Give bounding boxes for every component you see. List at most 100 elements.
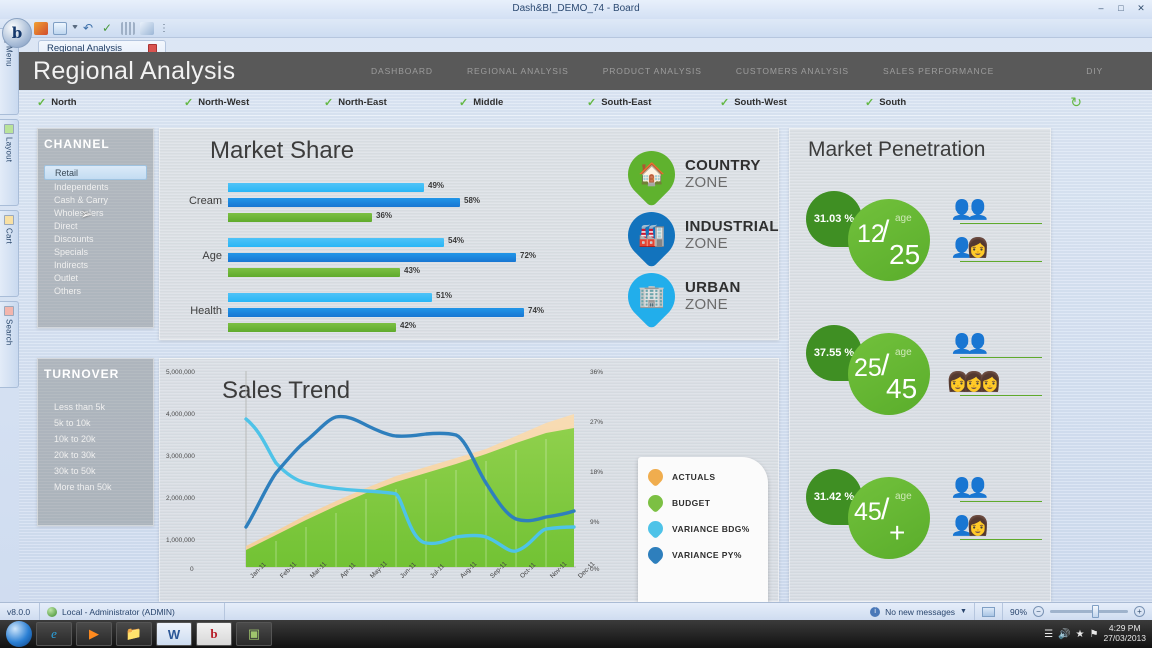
legend-item-variance-py[interactable]: VARIANCE PY% (644, 543, 758, 566)
open-icon[interactable] (53, 21, 67, 35)
turnover-item-less-than-5k[interactable]: Less than 5k (44, 399, 147, 415)
channel-item-wholesalers[interactable]: Wholesalers (44, 206, 147, 219)
bar-row[interactable]: 49% (228, 181, 588, 194)
rail-tab-search[interactable]: Search (0, 301, 19, 388)
check-icon[interactable]: ✓ (102, 21, 116, 35)
minimize-button[interactable]: – (1094, 2, 1108, 14)
legend-item-variance-bdg[interactable]: VARIANCE BDG% (644, 517, 758, 540)
zoom-in-button[interactable]: + (1134, 606, 1145, 617)
nav-item-product-analysis[interactable]: PRODUCT ANALYSIS (586, 66, 719, 76)
nav-item-diy[interactable]: DIY (1069, 66, 1120, 76)
rail-tab-label: Layout (4, 137, 14, 163)
nav-item-customers-analysis[interactable]: CUSTOMERS ANALYSIS (719, 66, 866, 76)
messages-cell[interactable]: i No new messages ▼ (863, 602, 975, 621)
zone-name: URBAN (685, 279, 741, 297)
word-icon[interactable]: W (156, 622, 192, 646)
channel-item-outlet[interactable]: Outlet (44, 271, 147, 284)
chevron-down-icon[interactable]: ▼ (960, 608, 967, 615)
start-orb-icon[interactable] (6, 621, 32, 647)
app-orb-button[interactable]: b (2, 18, 32, 48)
clock[interactable]: 4:29 PM 27/03/2013 (1103, 623, 1146, 644)
turnover-item-30k-to-50k[interactable]: 30k to 50k (44, 463, 147, 479)
bar-row[interactable]: 51% (228, 291, 588, 304)
sales-trend-legend: ACTUALS BUDGET VARIANCE BDG% VARIANCE PY… (638, 457, 768, 602)
internet-explorer-icon[interactable]: e (36, 622, 72, 646)
nav-item-sales-performance[interactable]: SALES PERFORMANCE (866, 66, 1011, 76)
legend-item-actuals[interactable]: ACTUALS (644, 465, 758, 488)
turnover-item-10k-to-20k[interactable]: 10k to 20k (44, 431, 147, 447)
turnover-item-5k-to-10k[interactable]: 5k to 10k (44, 415, 147, 431)
bar-row[interactable]: 43% (228, 266, 588, 279)
penetration-item-3[interactable]: 31.42 % 45 / + age 👤 👤 👤 👩 (790, 463, 1052, 560)
legend-item-budget[interactable]: BUDGET (644, 491, 758, 514)
connection-cell[interactable]: Local - Administrator (ADMIN) (40, 602, 225, 621)
zoom-cell[interactable]: 90% − + (1003, 603, 1152, 621)
region-filter-south-east[interactable]: ✓ South-East (587, 96, 720, 109)
rail-tab-layout[interactable]: Layout (0, 119, 19, 206)
turnover-panel: TURNOVER Less than 5k 5k to 10k 10k to 2… (37, 358, 154, 526)
region-filter-south-west[interactable]: ✓ South-West (720, 96, 865, 109)
bar-value-label: 54% (448, 236, 465, 245)
region-filter-north-west[interactable]: ✓ North-West (184, 96, 324, 109)
legend-swatch-icon (644, 491, 667, 514)
channel-item-others[interactable]: Others (44, 284, 147, 297)
bar-row[interactable]: 72% (228, 251, 588, 264)
region-filter-north[interactable]: ✓ North (37, 96, 184, 109)
channel-item-independents[interactable]: Independents (44, 180, 147, 193)
check-icon: ✓ (587, 97, 597, 109)
undo-icon[interactable]: ↶ (83, 21, 97, 35)
channel-item-indirects[interactable]: Indirects (44, 258, 147, 271)
system-tray: ☰ 🔊 ★ ⚑ 4:29 PM 27/03/2013 (1044, 623, 1152, 644)
bar-row[interactable]: 74% (228, 306, 588, 319)
bar-row[interactable]: 54% (228, 236, 588, 249)
dropdown-icon[interactable] (72, 25, 78, 31)
refresh-icon[interactable]: ↻ (1070, 94, 1082, 111)
maximize-button[interactable]: □ (1114, 2, 1128, 14)
age-to: 25 (889, 239, 921, 270)
bar-row[interactable]: 58% (228, 196, 588, 209)
file-explorer-icon[interactable]: 📁 (116, 622, 152, 646)
bar-value-label: 51% (436, 291, 453, 300)
grid-icon[interactable] (121, 21, 135, 35)
shield-icon[interactable]: ★ (1076, 629, 1085, 640)
penetration-item-2[interactable]: 37.55 % 25 / 45 age 👤 👤 👩 👩 👩 (790, 319, 1052, 416)
region-filter-north-east[interactable]: ✓ North-East (324, 96, 459, 109)
rail-tab-cart[interactable]: Cart (0, 210, 19, 297)
bar-group-health: Health 51% 74% 42% (190, 291, 588, 334)
nav-item-dashboard[interactable]: DASHBOARD (354, 66, 450, 76)
turnover-item-more-than-50k[interactable]: More than 50k (44, 479, 147, 495)
new-icon[interactable] (34, 21, 48, 35)
network-icon[interactable]: ☰ (1044, 629, 1053, 640)
age-word: age (895, 213, 912, 224)
speaker-icon[interactable]: 🔊 (1058, 629, 1070, 640)
taskbar: e ▶ 📁 W b ▣ ☰ 🔊 ★ ⚑ 4:29 PM 27/03/2013 (0, 620, 1152, 648)
zone-item-country[interactable]: 🏠 COUNTRY ZONE (618, 141, 779, 208)
close-button[interactable]: ✕ (1134, 2, 1148, 14)
board-app-icon[interactable]: b (196, 622, 232, 646)
channel-item-direct[interactable]: Direct (44, 219, 147, 232)
region-filter-south[interactable]: ✓ South (865, 96, 906, 109)
channel-item-specials[interactable]: Specials (44, 245, 147, 258)
photo-app-icon[interactable]: ▣ (236, 622, 272, 646)
zoom-slider-thumb[interactable] (1092, 605, 1099, 618)
y-tick-label: 4,000,000 (166, 411, 195, 418)
more-commands-icon[interactable]: ⋮ (159, 22, 173, 35)
zone-item-urban[interactable]: 🏢 URBAN ZONE (618, 263, 779, 330)
zone-item-industrial[interactable]: 🏭 INDUSTRIAL ZONE (618, 202, 779, 269)
bar-row[interactable]: 42% (228, 321, 588, 334)
bar-row[interactable]: 36% (228, 211, 588, 224)
media-player-icon[interactable]: ▶ (76, 622, 112, 646)
region-filter-middle[interactable]: ✓ Middle (459, 96, 587, 109)
channel-item-cash-and-carry[interactable]: Cash & Carry (44, 193, 147, 206)
action-center-icon[interactable]: ⚑ (1089, 629, 1098, 640)
channel-item-discounts[interactable]: Discounts (44, 232, 147, 245)
zoom-slider[interactable] (1050, 605, 1128, 618)
turnover-item-20k-to-30k[interactable]: 20k to 30k (44, 447, 147, 463)
penetration-item-1[interactable]: 31.03 % 12 / 25 age 👤 👤 👤 👩 (790, 185, 1052, 282)
view-mode-cell[interactable] (975, 602, 1003, 621)
zoom-out-button[interactable]: − (1033, 606, 1044, 617)
bar-value-label: 74% (528, 306, 545, 315)
nav-item-regional-analysis[interactable]: REGIONAL ANALYSIS (450, 66, 586, 76)
channel-item-retail[interactable]: Retail (44, 165, 147, 180)
cursor-icon[interactable] (140, 21, 154, 35)
